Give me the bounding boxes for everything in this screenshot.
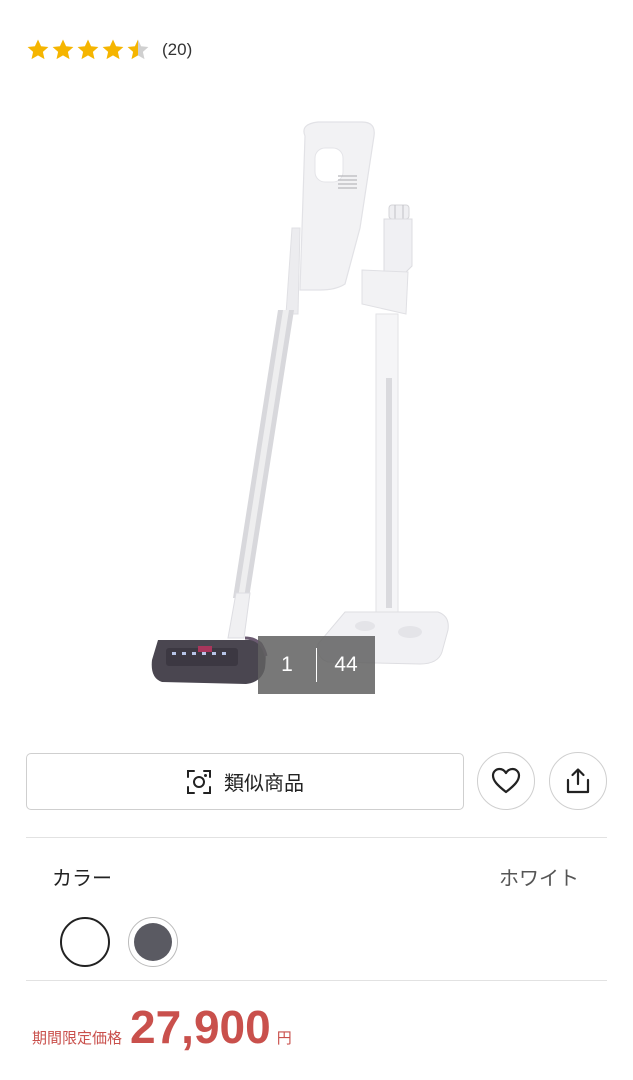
star-icon	[102, 39, 124, 60]
rating-stars	[26, 38, 150, 62]
color-label: カラー	[52, 866, 112, 890]
review-count[interactable]: (20)	[162, 40, 192, 60]
price-label: 期間限定価格	[32, 1029, 123, 1047]
product-rating[interactable]: (20)	[26, 38, 192, 62]
image-pager: 1 44	[258, 636, 375, 694]
color-swatch-white[interactable]	[60, 917, 110, 967]
color-swatch-gray[interactable]	[128, 917, 178, 967]
price-value: 27,900	[130, 1001, 271, 1053]
section-divider	[26, 980, 607, 981]
star-icon	[77, 39, 99, 60]
selected-color-name: ホワイト	[499, 866, 579, 890]
total-images: 44	[334, 653, 358, 676]
section-divider	[26, 837, 607, 838]
similar-products-button[interactable]: 類似商品	[26, 753, 464, 810]
color-selector-header: カラー ホワイト	[52, 862, 579, 891]
share-icon	[566, 768, 590, 794]
similar-products-label: 類似商品	[224, 771, 304, 795]
product-actions: 類似商品	[26, 752, 607, 810]
product-image-gallery[interactable]: 1 44	[0, 78, 633, 708]
visual-search-icon	[187, 769, 211, 794]
star-icon	[27, 39, 49, 60]
favorite-button[interactable]	[477, 752, 535, 810]
current-image-index: 1	[281, 653, 293, 676]
share-button[interactable]	[549, 752, 607, 810]
price-block: 期間限定価格 27,900 円	[32, 1000, 292, 1054]
price-unit: 円	[276, 1029, 292, 1047]
star-icon	[127, 39, 149, 60]
product-image	[151, 121, 449, 684]
heart-icon	[491, 767, 521, 794]
star-icon	[52, 39, 74, 60]
